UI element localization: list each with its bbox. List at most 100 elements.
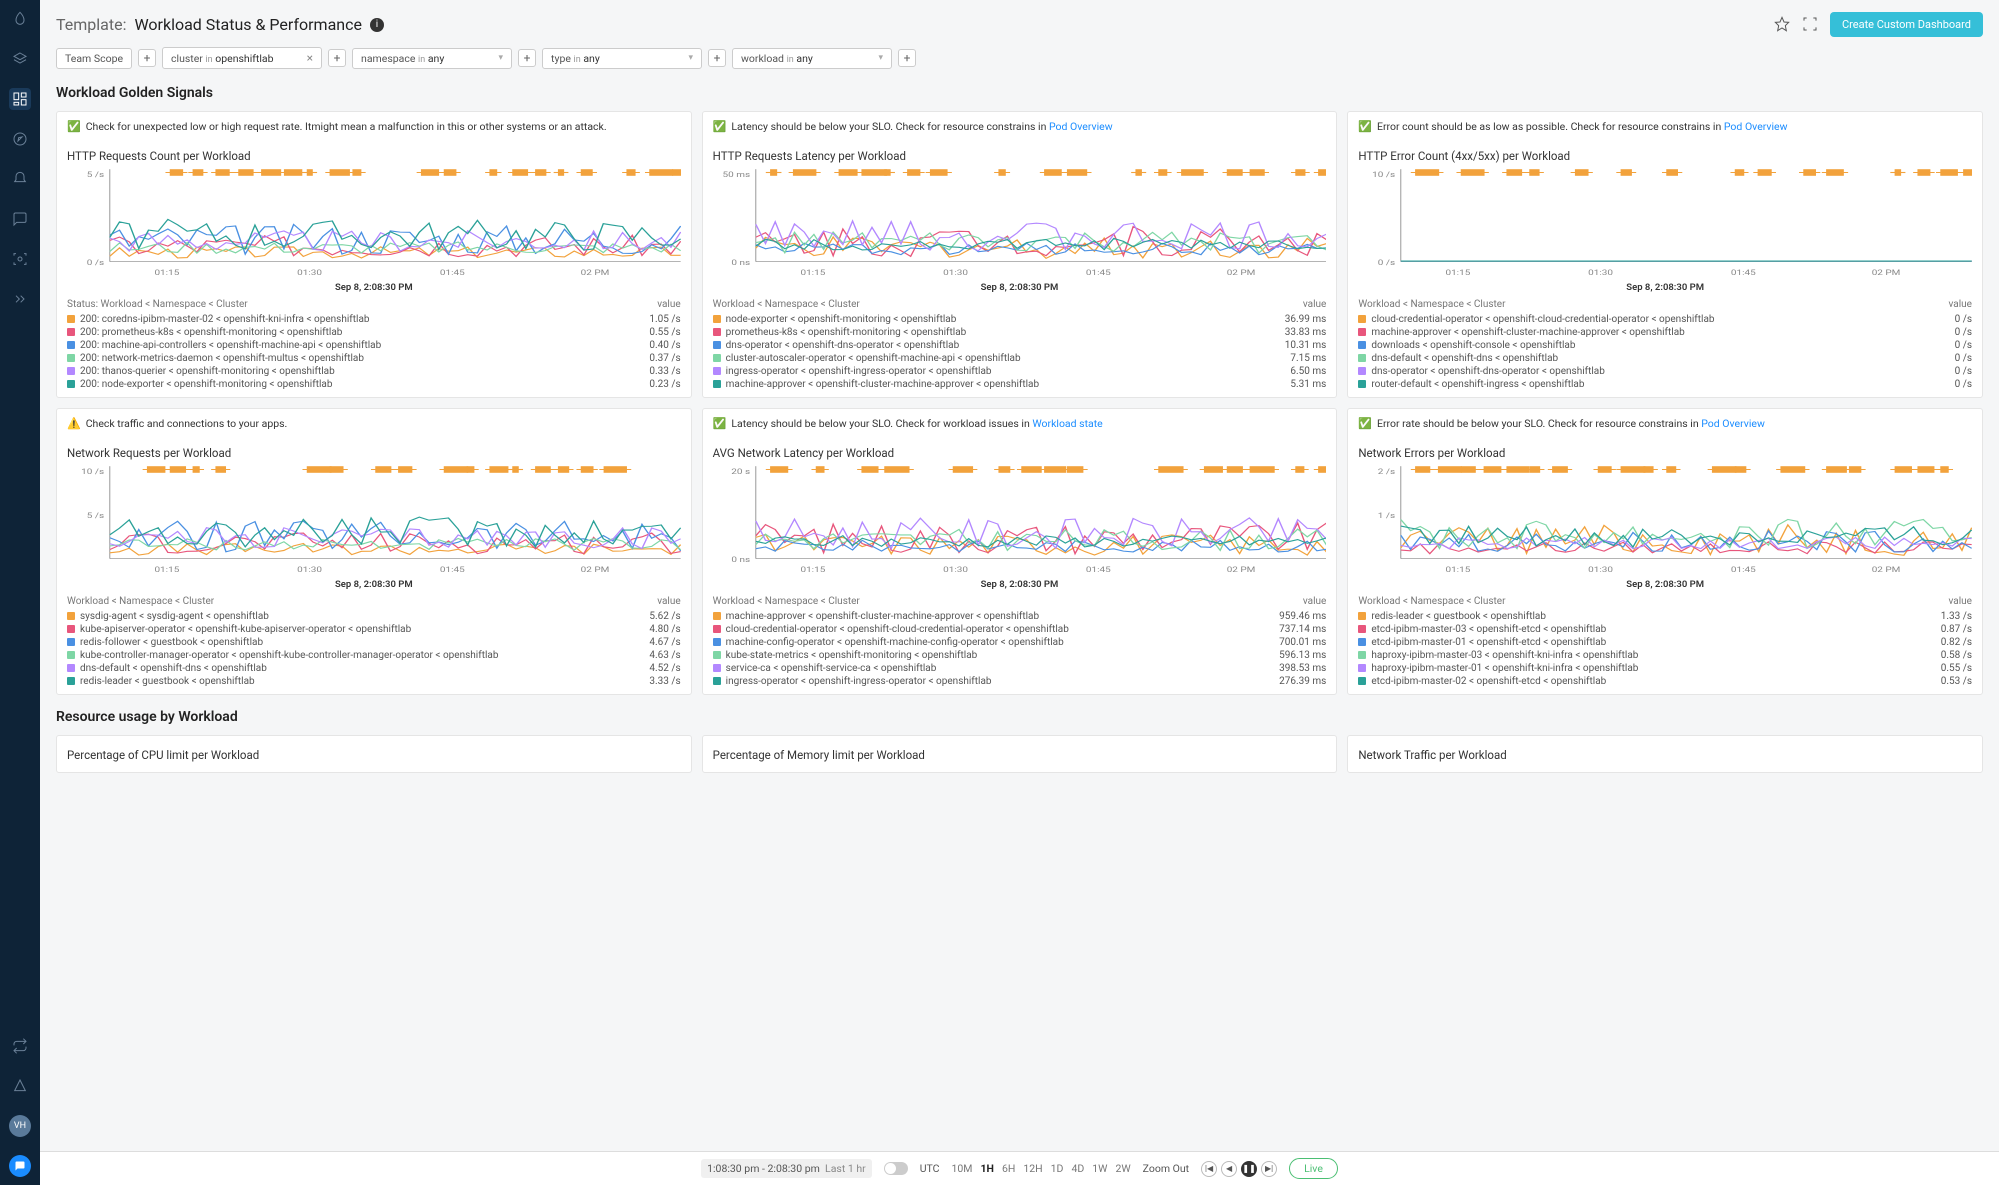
time-range-label[interactable]: 1:08:30 pm - 2:08:30 pm Last 1 hr	[701, 1159, 872, 1178]
legend-row[interactable]: sysdig-agent < sysdig-agent < openshiftl…	[67, 610, 681, 623]
time-range-option[interactable]: 1D	[1051, 1162, 1064, 1175]
legend-row[interactable]: etcd-ipibm-master-01 < openshift-etcd < …	[1358, 636, 1972, 649]
legend-header: Workload < Namespace < Clustervalue	[1358, 299, 1972, 310]
legend-row[interactable]: dns-default < openshift-dns < openshiftl…	[1358, 352, 1972, 365]
legend-row[interactable]: machine-approver < openshift-cluster-mac…	[713, 378, 1327, 391]
legend-row[interactable]: 200: coredns-ipibm-master-02 < openshift…	[67, 313, 681, 326]
chart-timestamp: Sep 8, 2:08:30 PM	[713, 282, 1327, 293]
legend-row[interactable]: kube-controller-manager-operator < opens…	[67, 649, 681, 662]
step-back-icon[interactable]: |◀	[1201, 1161, 1217, 1177]
time-range-option[interactable]: 6H	[1002, 1162, 1015, 1175]
time-range-option[interactable]: 2W	[1115, 1162, 1130, 1175]
add-filter-button[interactable]: +	[898, 49, 916, 67]
time-range-option[interactable]: 1W	[1092, 1162, 1107, 1175]
team-scope-chip[interactable]: Team Scope	[56, 48, 132, 69]
filter-chip-type[interactable]: type in any▾	[542, 48, 702, 69]
legend-row[interactable]: 200: machine-api-controllers < openshift…	[67, 339, 681, 352]
panels-grid: ✅Check for unexpected low or high reques…	[56, 111, 1983, 695]
chart-legend: sysdig-agent < sysdig-agent < openshiftl…	[67, 610, 681, 688]
legend-row[interactable]: machine-approver < openshift-cluster-mac…	[713, 610, 1327, 623]
legend-row[interactable]: haproxy-ipibm-master-01 < openshift-kni-…	[1358, 662, 1972, 675]
capture-icon[interactable]	[9, 248, 31, 270]
legend-row[interactable]: etcd-ipibm-master-02 < openshift-etcd < …	[1358, 675, 1972, 688]
legend-row[interactable]: cluster-autoscaler-operator < openshift-…	[713, 352, 1327, 365]
next-icon[interactable]: ▶|	[1261, 1161, 1277, 1177]
legend-row[interactable]: haproxy-ipibm-master-03 < openshift-kni-…	[1358, 649, 1972, 662]
time-range-option[interactable]: 4D	[1071, 1162, 1084, 1175]
svg-text:01:15: 01:15	[1446, 565, 1471, 573]
svg-text:02 PM: 02 PM	[1226, 269, 1255, 277]
chart-title: Percentage of CPU limit per Workload	[67, 748, 681, 762]
filter-chip-namespace[interactable]: namespace in any▾	[352, 48, 512, 69]
legend-row[interactable]: cloud-credential-operator < openshift-cl…	[713, 623, 1327, 636]
hint-link[interactable]: Pod Overview	[1049, 120, 1113, 133]
add-filter-button[interactable]: +	[708, 49, 726, 67]
legend-row[interactable]: prometheus-k8s < openshift-monitoring < …	[713, 326, 1327, 339]
settings-icon[interactable]	[9, 1075, 31, 1097]
legend-row[interactable]: ingress-operator < openshift-ingress-ope…	[713, 365, 1327, 378]
legend-row[interactable]: router-default < openshift-ingress < ope…	[1358, 378, 1972, 391]
events-icon[interactable]	[9, 208, 31, 230]
legend-row[interactable]: downloads < openshift-console < openshif…	[1358, 339, 1972, 352]
dashboards-icon[interactable]	[9, 88, 31, 110]
legend-row[interactable]: kube-state-metrics < openshift-monitorin…	[713, 649, 1327, 662]
chart-panel: ✅Latency should be below your SLO. Check…	[702, 408, 1338, 695]
hint-link[interactable]: Pod Overview	[1724, 120, 1788, 133]
legend-row[interactable]: redis-leader < guestbook < openshiftlab1…	[1358, 610, 1972, 623]
fullscreen-icon[interactable]	[1802, 16, 1820, 34]
remove-filter-icon[interactable]: ×	[307, 51, 313, 65]
live-button[interactable]: Live	[1289, 1158, 1338, 1179]
legend-row[interactable]: 200: network-metrics-daemon < openshift-…	[67, 352, 681, 365]
main-content: Template: Workload Status & Performance …	[40, 0, 1999, 833]
time-range-option[interactable]: 12H	[1023, 1162, 1042, 1175]
svg-text:01:45: 01:45	[1086, 565, 1111, 573]
info-icon[interactable]: i	[370, 18, 384, 32]
legend-row[interactable]: service-ca < openshift-service-ca < open…	[713, 662, 1327, 675]
legend-row[interactable]: dns-default < openshift-dns < openshiftl…	[67, 662, 681, 675]
legend-row[interactable]: machine-approver < openshift-cluster-mac…	[1358, 326, 1972, 339]
create-dashboard-button[interactable]: Create Custom Dashboard	[1830, 12, 1983, 37]
legend-row[interactable]: cloud-credential-operator < openshift-cl…	[1358, 313, 1972, 326]
svg-text:1 /s: 1 /s	[1378, 512, 1396, 521]
utc-toggle[interactable]	[884, 1162, 908, 1175]
legend-row[interactable]: 200: prometheus-k8s < openshift-monitori…	[67, 326, 681, 339]
prev-icon[interactable]: ◀	[1221, 1161, 1237, 1177]
expand-icon[interactable]	[9, 288, 31, 310]
legend-row[interactable]: redis-leader < guestbook < openshiftlab3…	[67, 675, 681, 688]
playback-controls: |◀ ◀ ❚❚ ▶|	[1201, 1161, 1277, 1177]
legend-row[interactable]: kube-apiserver-operator < openshift-kube…	[67, 623, 681, 636]
legend-row[interactable]: dns-operator < openshift-dns-operator < …	[1358, 365, 1972, 378]
legend-row[interactable]: ingress-operator < openshift-ingress-ope…	[713, 675, 1327, 688]
filter-chip-workload[interactable]: workload in any▾	[732, 48, 892, 69]
panel-hint: ✅Error rate should be below your SLO. Ch…	[1358, 417, 1972, 432]
add-filter-button[interactable]: +	[518, 49, 536, 67]
legend-row[interactable]: 200: node-exporter < openshift-monitorin…	[67, 378, 681, 391]
panel-hint: ✅Check for unexpected low or high reques…	[67, 120, 681, 135]
legend-row[interactable]: node-exporter < openshift-monitoring < o…	[713, 313, 1327, 326]
switch-icon[interactable]	[9, 1035, 31, 1057]
svg-text:0 /s: 0 /s	[87, 259, 105, 268]
compass-icon[interactable]	[9, 128, 31, 150]
zoom-out-button[interactable]: Zoom Out	[1143, 1162, 1189, 1175]
time-range-option[interactable]: 10M	[952, 1162, 973, 1175]
time-range-option[interactable]: 1H	[980, 1162, 993, 1175]
logo-icon[interactable]	[9, 8, 31, 30]
legend-row[interactable]: dns-operator < openshift-dns-operator < …	[713, 339, 1327, 352]
add-filter-button[interactable]: +	[328, 49, 346, 67]
filter-chip-cluster[interactable]: cluster in openshiftlab×	[162, 47, 322, 69]
add-filter-button[interactable]: +	[138, 49, 156, 67]
layers-icon[interactable]	[9, 48, 31, 70]
user-avatar[interactable]: VH	[9, 1115, 31, 1137]
legend-row[interactable]: redis-follower < guestbook < openshiftla…	[67, 636, 681, 649]
alerts-icon[interactable]	[9, 168, 31, 190]
pause-icon[interactable]: ❚❚	[1241, 1161, 1257, 1177]
chart-title: Network Traffic per Workload	[1358, 748, 1972, 762]
legend-row[interactable]: etcd-ipibm-master-03 < openshift-etcd < …	[1358, 623, 1972, 636]
legend-row[interactable]: machine-config-operator < openshift-mach…	[713, 636, 1327, 649]
star-icon[interactable]	[1774, 16, 1792, 34]
help-icon[interactable]	[9, 1155, 31, 1177]
svg-text:01:30: 01:30	[297, 269, 322, 277]
hint-link[interactable]: Workload state	[1032, 417, 1102, 430]
legend-row[interactable]: 200: thanos-querier < openshift-monitori…	[67, 365, 681, 378]
hint-link[interactable]: Pod Overview	[1701, 417, 1765, 430]
